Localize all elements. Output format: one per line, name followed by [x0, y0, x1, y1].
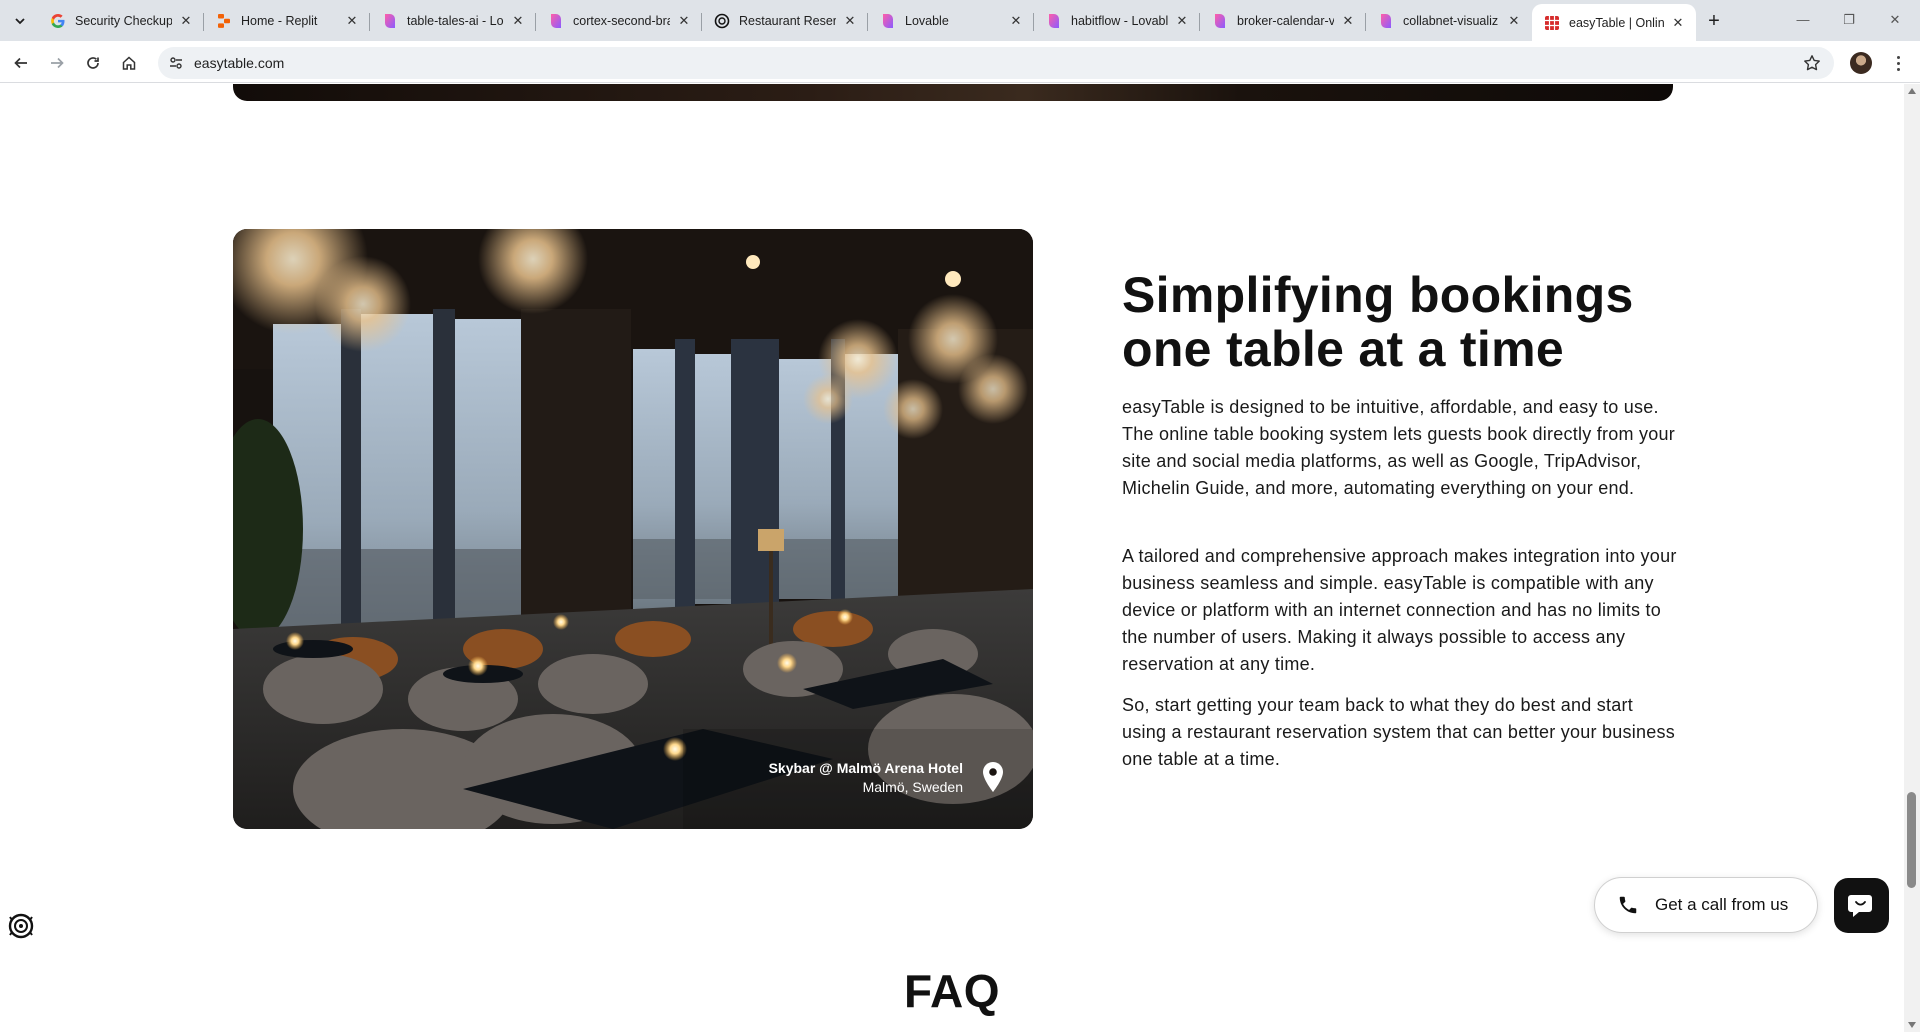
closing-paragraph: So, start getting your team back to what… [1122, 695, 1676, 769]
lovable-icon [382, 13, 398, 29]
scroll-up-arrow[interactable] [1908, 88, 1916, 94]
new-tab-button[interactable]: + [1700, 8, 1728, 36]
close-icon[interactable]: ✕ [1670, 15, 1686, 31]
lovable-icon [548, 13, 564, 29]
close-icon[interactable]: ✕ [178, 13, 194, 29]
chevron-down-icon [15, 18, 25, 25]
tab-title: Security Checkup [75, 14, 172, 28]
home-icon [122, 56, 136, 70]
headline-line-1: Simplifying bookings [1122, 267, 1634, 323]
tab-lovable[interactable]: Lovable ✕ [868, 4, 1034, 38]
tab-search-button[interactable] [8, 9, 32, 33]
venue-name: Skybar @ Malmö Arena Hotel [768, 760, 963, 776]
back-button[interactable] [8, 50, 34, 76]
chat-button[interactable] [1834, 878, 1889, 933]
tab-cortex-second-brain[interactable]: cortex-second-bra ✕ [536, 4, 702, 38]
accessibility-icon[interactable] [7, 912, 35, 940]
tab-title: habitflow - Lovabl [1071, 14, 1168, 28]
tab-home-replit[interactable]: Home - Replit ✕ [204, 4, 370, 38]
close-icon[interactable]: ✕ [676, 13, 692, 29]
section-headline: Simplifying bookings one table at a time [1122, 268, 1742, 376]
tab-table-tales-ai[interactable]: table-tales-ai - Lo ✕ [370, 4, 536, 38]
get-a-call-button[interactable]: Get a call from us [1594, 877, 1818, 933]
tab-restaurant-reservation[interactable]: Restaurant Reserva ✕ [702, 4, 868, 38]
location-pin-icon [983, 762, 1003, 792]
tab-easytable[interactable]: easyTable | Online ✕ [1532, 4, 1696, 41]
home-button[interactable] [116, 50, 142, 76]
restore-button[interactable]: ❐ [1826, 6, 1872, 34]
page-scrollbar[interactable] [1904, 84, 1920, 1032]
arrow-right-icon [51, 57, 64, 69]
close-icon[interactable]: ✕ [1506, 13, 1522, 29]
close-icon[interactable]: ✕ [842, 13, 858, 29]
photo-caption: Skybar @ Malmö Arena Hotel Malmö, Sweden [769, 759, 963, 797]
easytable-icon [1544, 15, 1560, 31]
openai-icon [714, 13, 730, 29]
lovable-icon [880, 13, 896, 29]
google-icon [50, 13, 66, 29]
arrow-left-icon [14, 57, 27, 69]
venue-photo: Skybar @ Malmö Arena Hotel Malmö, Sweden [233, 229, 1033, 829]
previous-section-image [233, 84, 1673, 101]
close-icon[interactable]: ✕ [344, 13, 360, 29]
tab-security-checkup[interactable]: Security Checkup ✕ [38, 4, 204, 38]
site-settings-icon[interactable] [166, 53, 186, 73]
reload-button[interactable] [80, 50, 106, 76]
tab-collabnet[interactable]: collabnet-visualiz ✕ [1366, 4, 1532, 38]
bookmark-star-icon[interactable] [1802, 53, 1822, 73]
close-icon[interactable]: ✕ [1340, 13, 1356, 29]
tab-title: Restaurant Reserva [739, 14, 836, 28]
close-icon[interactable]: ✕ [1174, 13, 1190, 29]
faq-heading: FAQ [904, 965, 1001, 1017]
tab-title: Home - Replit [241, 14, 318, 28]
lovable-icon [1046, 13, 1062, 29]
tab-habitflow[interactable]: habitflow - Lovabl ✕ [1034, 4, 1200, 38]
tab-title: broker-calendar-vi [1237, 14, 1334, 28]
scrollbar-thumb[interactable] [1907, 792, 1916, 888]
chat-icon [1847, 894, 1872, 917]
forward-button[interactable] [44, 50, 70, 76]
replit-icon [216, 13, 232, 29]
tab-strip: Security Checkup ✕ Home - Replit ✕ table… [0, 0, 1920, 41]
reload-icon [87, 57, 99, 69]
tab-broker-calendar[interactable]: broker-calendar-vi ✕ [1200, 4, 1366, 38]
tab-title: collabnet-visualiz [1403, 14, 1499, 28]
phone-icon [1619, 896, 1637, 914]
scroll-down-arrow[interactable] [1908, 1022, 1916, 1028]
lovable-icon [1212, 13, 1228, 29]
window-close-button[interactable]: ✕ [1872, 6, 1918, 34]
tab-title: easyTable | Online [1569, 15, 1664, 30]
intro-paragraph: easyTable is designed to be intuitive, a… [1122, 397, 1676, 498]
integration-paragraph: A tailored and comprehensive approach ma… [1122, 546, 1677, 674]
venue-location: Malmö, Sweden [862, 779, 963, 795]
close-icon[interactable]: ✕ [1008, 13, 1024, 29]
tab-title: Lovable [905, 14, 949, 28]
profile-avatar[interactable] [1850, 52, 1872, 74]
restaurant-interior-image [233, 229, 1033, 829]
url-text[interactable]: easytable.com [194, 55, 284, 71]
close-icon[interactable]: ✕ [510, 13, 526, 29]
get-a-call-label: Get a call from us [1655, 895, 1789, 914]
minimize-button[interactable]: — [1780, 6, 1826, 34]
browser-toolbar: easytable.com [0, 41, 1920, 83]
headline-line-2: one table at a time [1122, 321, 1564, 377]
tab-title: table-tales-ai - Lo [407, 14, 504, 28]
lovable-icon [1378, 13, 1394, 29]
address-bar[interactable]: easytable.com [158, 47, 1834, 79]
browser-menu-button[interactable] [1890, 50, 1906, 76]
tab-title: cortex-second-bra [573, 14, 670, 28]
